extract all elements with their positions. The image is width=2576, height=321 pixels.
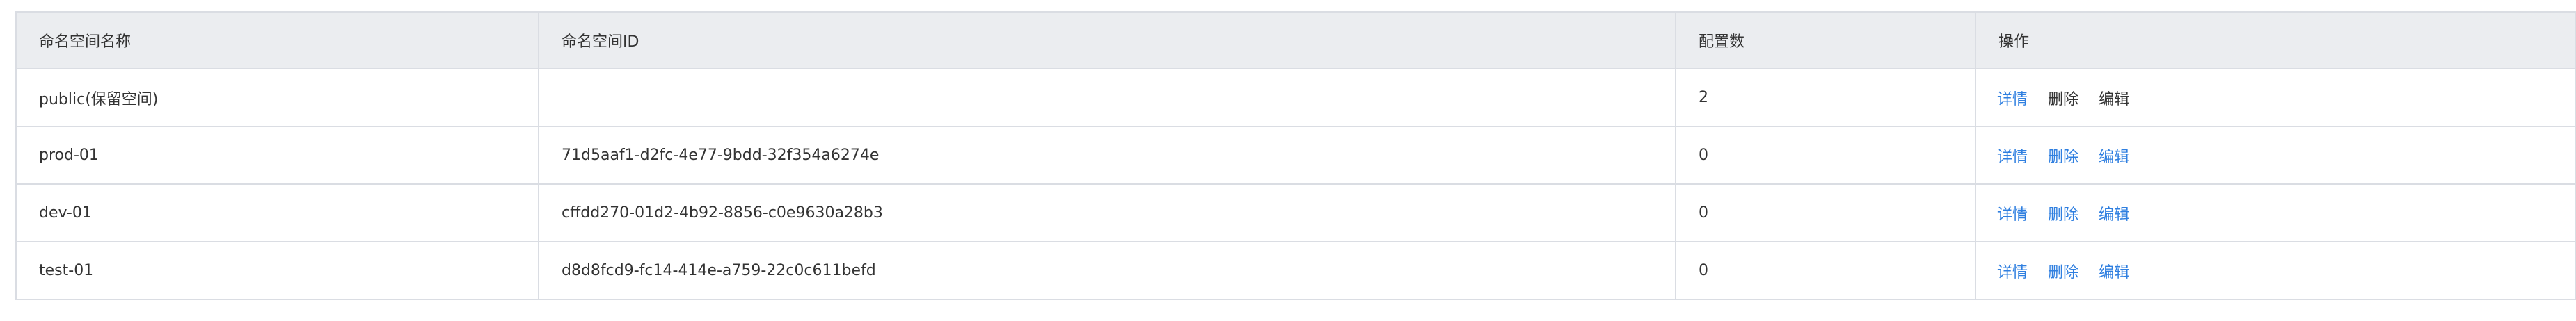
config-count-cell: 0 bbox=[1675, 241, 1976, 300]
edit-link: 编辑 bbox=[2099, 90, 2130, 108]
namespace-id-cell: 71d5aaf1-d2fc-4e77-9bdd-32f354a6274e bbox=[538, 126, 1676, 185]
namespace-id-cell: d8d8fcd9-fc14-414e-a759-22c0c611befd bbox=[538, 241, 1676, 300]
table-row: test-01 d8d8fcd9-fc14-414e-a759-22c0c611… bbox=[15, 241, 2576, 300]
edit-link[interactable]: 编辑 bbox=[2099, 260, 2129, 282]
delete-link: 删除 bbox=[2048, 90, 2079, 108]
namespace-table-container: 命名空间名称 命名空间ID 配置数 操作 public(保留空间) 2 详情 删… bbox=[15, 11, 2576, 306]
table-row: public(保留空间) 2 详情 删除 编辑 bbox=[15, 68, 2576, 127]
namespace-table: 命名空间名称 命名空间ID 配置数 操作 public(保留空间) 2 详情 删… bbox=[15, 11, 2576, 300]
config-count-cell: 0 bbox=[1675, 183, 1976, 242]
namespace-name-cell: dev-01 bbox=[15, 183, 539, 242]
delete-link[interactable]: 删除 bbox=[2048, 145, 2078, 167]
namespace-id-cell: cffdd270-01d2-4b92-8856-c0e9630a28b3 bbox=[538, 183, 1676, 242]
detail-link[interactable]: 详情 bbox=[1997, 260, 2028, 282]
header-config-count: 配置数 bbox=[1675, 11, 1976, 69]
header-namespace-id: 命名空间ID bbox=[538, 11, 1676, 69]
actions-cell: 详情 删除 编辑 bbox=[1975, 68, 2576, 127]
table-row: dev-01 cffdd270-01d2-4b92-8856-c0e9630a2… bbox=[15, 183, 2576, 242]
config-count-cell: 0 bbox=[1675, 126, 1976, 185]
detail-link[interactable]: 详情 bbox=[1997, 145, 2028, 167]
edit-link[interactable]: 编辑 bbox=[2099, 145, 2129, 167]
actions-cell: 详情 删除 编辑 bbox=[1975, 126, 2576, 185]
namespace-name-cell: prod-01 bbox=[15, 126, 539, 185]
detail-link[interactable]: 详情 bbox=[1997, 87, 2028, 109]
header-actions: 操作 bbox=[1975, 11, 2576, 69]
header-namespace-name: 命名空间名称 bbox=[15, 11, 539, 69]
delete-link[interactable]: 删除 bbox=[2048, 260, 2078, 282]
config-count-cell: 2 bbox=[1675, 68, 1976, 127]
table-row: prod-01 71d5aaf1-d2fc-4e77-9bdd-32f354a6… bbox=[15, 126, 2576, 185]
edit-link[interactable]: 编辑 bbox=[2099, 202, 2129, 224]
namespace-name-cell: test-01 bbox=[15, 241, 539, 300]
namespace-name-cell: public(保留空间) bbox=[15, 68, 539, 127]
table-header-row: 命名空间名称 命名空间ID 配置数 操作 bbox=[15, 11, 2576, 69]
namespace-id-cell bbox=[538, 68, 1676, 127]
detail-link[interactable]: 详情 bbox=[1997, 202, 2028, 224]
delete-link[interactable]: 删除 bbox=[2048, 202, 2078, 224]
actions-cell: 详情 删除 编辑 bbox=[1975, 183, 2576, 242]
actions-cell: 详情 删除 编辑 bbox=[1975, 241, 2576, 300]
